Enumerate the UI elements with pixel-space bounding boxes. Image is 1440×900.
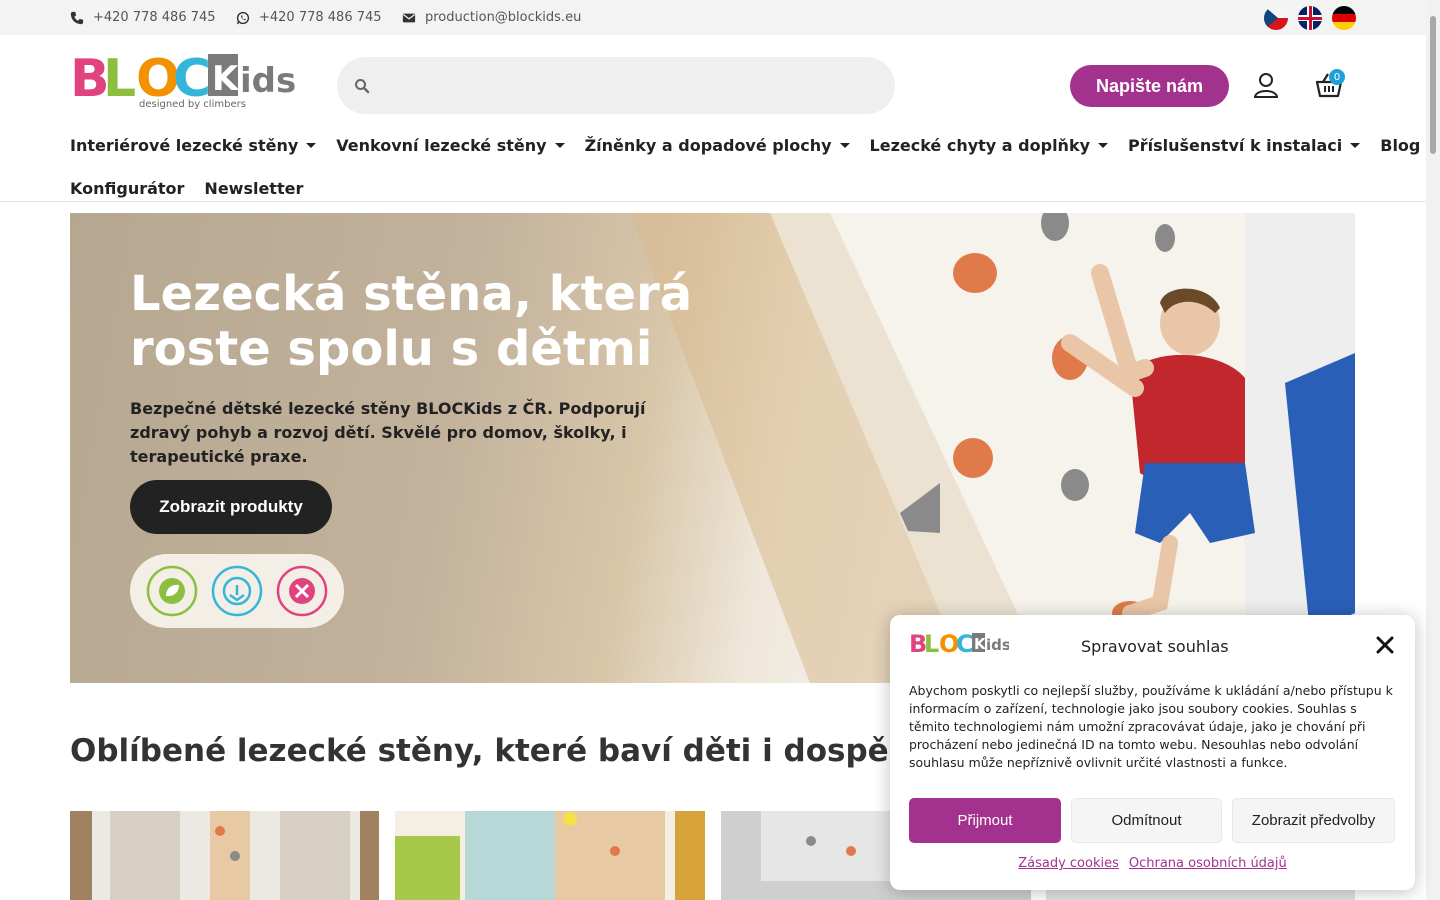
blockids-logo: B L O C K ids [909,630,1011,658]
caret-down-icon [1098,143,1109,148]
cart-button[interactable]: 0 [1305,61,1353,109]
product-image [395,811,705,900]
nav-label: Příslušenství k instalaci [1128,136,1343,155]
uk-flag-icon[interactable] [1298,6,1322,30]
section-title: Oblíbené lezecké stěny, které baví děti … [70,733,921,769]
certification-badges [130,554,344,628]
phone-number: +420 778 486 745 [93,10,216,25]
caret-down-icon [306,143,317,148]
phone-icon [70,11,84,24]
close-icon[interactable] [1374,634,1396,656]
svg-text:K: K [212,59,240,99]
nav-holds[interactable]: Lezecké chyty a doplňky [870,136,1109,155]
email-contact[interactable]: production@blockids.eu [402,0,581,35]
nav-label: Newsletter [204,179,304,198]
product-image [70,811,379,900]
nav-divider [0,201,1426,202]
nav-blog[interactable]: Blog [1380,136,1420,155]
hands-icon [211,565,263,617]
hero-title: Lezecká stěna, která roste spolu s dětmi [130,266,693,377]
hero-subtitle: Bezpečné dětské lezecké stěny BLOCKids z… [130,399,646,466]
privacy-policy-link[interactable]: Ochrana osobních údajů [1129,856,1287,871]
whatsapp-contact[interactable]: +420 778 486 745 [236,0,382,35]
whatsapp-number: +420 778 486 745 [259,10,382,25]
user-icon [1253,73,1279,98]
eco-holds-badge [144,563,200,619]
screw-icon [276,565,327,617]
account-button[interactable] [1242,61,1290,109]
cookie-policy-link[interactable]: Zásady cookies [1018,856,1119,871]
cookie-dialog-logo: B L O C K ids [909,630,1011,662]
nav-configurator[interactable]: Konfigurátor [70,179,184,198]
search-icon [355,79,370,94]
cookie-dialog-title: Spravovat souhlas [1081,637,1229,656]
svg-text:ids: ids [240,61,296,101]
nav-label: Interiérové lezecké stěny [70,136,299,155]
caret-down-icon [1350,143,1361,148]
search-input[interactable] [383,57,883,114]
cookie-dialog-text: Abychom poskytli co nejlepší služby, pou… [909,683,1393,770]
cookie-consent-dialog: B L O C K ids Spravovat souhlas Abychom … [890,615,1415,890]
nav-label: Konfigurátor [70,179,185,198]
eu-certified-badge [209,563,265,619]
write-us-button[interactable]: Napište nám [1070,65,1229,107]
accept-cookies-button[interactable]: Přijmout [909,798,1061,843]
czech-flag-icon[interactable] [1264,6,1288,30]
caret-down-icon [554,143,565,148]
nav-label: Lezecké chyty a doplňky [869,136,1091,155]
hero-banner: Lezecká stěna, která roste spolu s dětmi… [70,213,1355,683]
svg-text:L: L [924,630,939,658]
email-address: production@blockids.eu [425,10,582,25]
envelope-icon [402,13,416,22]
caret-down-icon [839,143,850,148]
deny-cookies-button[interactable]: Odmítnout [1071,798,1222,843]
svg-text:L: L [103,50,136,109]
page-scrollbar[interactable] [1426,0,1440,900]
cart-count-badge: 0 [1329,69,1345,85]
nav-label: Blog [1380,136,1421,155]
nav-newsletter[interactable]: Newsletter [204,179,303,198]
phone-contact[interactable]: +420 778 486 745 [70,0,216,35]
product-card[interactable] [395,811,705,900]
nav-indoor-walls[interactable]: Interiérové lezecké stěny [70,136,317,155]
logo-tagline: designed by climbers [139,99,246,110]
nav-mats[interactable]: Žíněnky a dopadové plochy [585,136,850,155]
nav-label: Žíněnky a dopadové plochy [584,136,832,155]
leaf-icon [147,565,198,617]
svg-text:C: C [956,630,974,658]
svg-text:ids: ids [986,636,1009,654]
search-bar[interactable] [337,57,895,114]
product-card[interactable] [70,811,379,900]
scrollbar-thumb[interactable] [1430,16,1436,154]
german-flag-icon[interactable] [1332,6,1356,30]
nav-label: Venkovní lezecké stěny [336,136,547,155]
cookie-links: Zásady cookies Ochrana osobních údajů [890,856,1415,871]
language-switcher [1264,6,1356,30]
top-contact-bar: +420 778 486 745 +420 778 486 745 produc… [0,0,1426,35]
nav-installation-accessories[interactable]: Příslušenství k instalaci [1128,136,1361,155]
cookie-preferences-button[interactable]: Zobrazit předvolby [1232,798,1395,843]
nav-outdoor-walls[interactable]: Venkovní lezecké stěny [336,136,565,155]
easy-install-badge [274,563,330,619]
site-logo[interactable]: B L O C K ids designed by climbers [70,49,300,114]
whatsapp-icon [236,11,250,24]
show-products-button[interactable]: Zobrazit produkty [130,480,332,534]
